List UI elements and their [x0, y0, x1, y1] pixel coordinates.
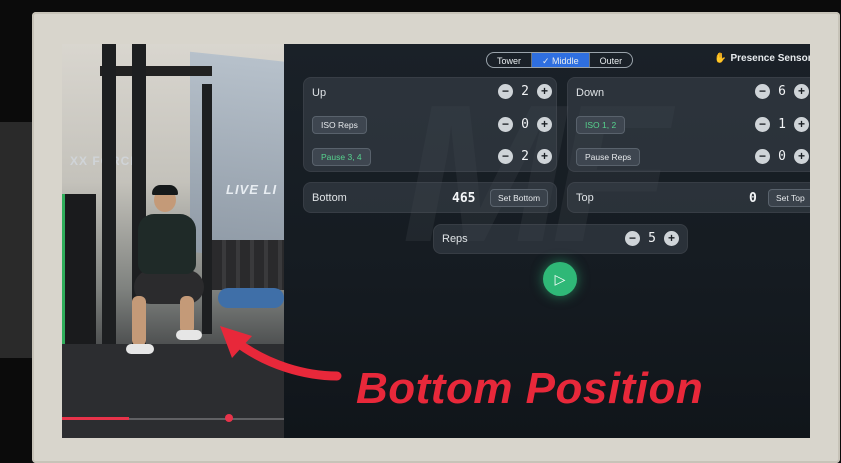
minus-button[interactable]: −: [498, 149, 513, 164]
plus-button[interactable]: +: [537, 149, 552, 164]
pause-reps-value: 0: [778, 149, 786, 164]
person-shoe: [176, 330, 202, 340]
video-scrubber-handle[interactable]: [224, 414, 233, 422]
annotation-caption: Bottom Position: [356, 364, 704, 413]
down-card: Down − 6 + ISO 1, 2 − 1 + Pause Reps − 0…: [567, 77, 810, 172]
iso-reps-stepper: − 0 +: [498, 117, 552, 132]
pause-value: 2: [521, 149, 529, 164]
plus-button[interactable]: +: [537, 84, 552, 99]
mode-option-tower[interactable]: Tower: [487, 53, 533, 67]
video-frame: XX FORCE LIVE LI MF Tow: [0, 0, 841, 463]
pause-reps-stepper: − 0 +: [755, 149, 809, 164]
iso-1-2-button[interactable]: ISO 1, 2: [576, 116, 626, 134]
top-card: Top 0 Set Top: [567, 182, 810, 213]
minus-button[interactable]: −: [755, 117, 770, 132]
presence-sensor-toggle[interactable]: ✋ Presence Sensor: [714, 53, 810, 64]
hand-icon: ✋: [714, 53, 727, 64]
plus-button[interactable]: +: [794, 117, 809, 132]
iso-reps-button[interactable]: ISO Reps: [312, 116, 367, 134]
mode-option-middle[interactable]: ✓ Middle: [532, 53, 590, 67]
down-stepper: − 6 +: [755, 84, 809, 99]
iso-value: 1: [778, 117, 786, 132]
down-title: Down: [576, 87, 605, 99]
rack-upright: [102, 44, 116, 374]
pause-stepper: − 2 +: [498, 149, 552, 164]
plus-button[interactable]: +: [794, 149, 809, 164]
plus-button[interactable]: +: [794, 84, 809, 99]
dumbbell-rack: [212, 240, 284, 290]
set-top-button[interactable]: Set Top: [768, 189, 810, 207]
minus-button[interactable]: −: [498, 84, 513, 99]
bottom-value: 465: [452, 191, 476, 206]
mode-selector[interactable]: Tower ✓ Middle Outer: [486, 52, 634, 68]
reps-value: 5: [648, 231, 656, 246]
minus-button[interactable]: −: [755, 84, 770, 99]
person-shoe: [126, 344, 154, 354]
play-icon: ▷: [554, 271, 566, 287]
minus-button[interactable]: −: [625, 231, 640, 246]
pause-3-4-button[interactable]: Pause 3, 4: [312, 148, 371, 166]
mode-option-outer[interactable]: Outer: [590, 53, 633, 67]
banner-text: LIVE LI: [226, 182, 278, 197]
iso-stepper: − 1 +: [755, 117, 809, 132]
person-torso: [138, 214, 196, 274]
up-card: Up − 2 + ISO Reps − 0 + Pause 3, 4 − 2 +: [303, 77, 557, 172]
annotation-arrow-icon: [220, 326, 342, 381]
up-value: 2: [521, 84, 529, 99]
bottom-title: Bottom: [312, 192, 347, 204]
person-shin: [180, 296, 194, 334]
plus-button[interactable]: +: [537, 117, 552, 132]
up-title: Up: [312, 87, 327, 99]
pause-reps-button[interactable]: Pause Reps: [576, 148, 641, 166]
rack-upright: [202, 84, 212, 334]
set-bottom-button[interactable]: Set Bottom: [490, 189, 549, 207]
person-cap: [152, 185, 178, 195]
top-value: 0: [749, 191, 757, 206]
minus-button[interactable]: −: [498, 117, 513, 132]
up-stepper: − 2 +: [498, 84, 552, 99]
balance-balls: [218, 288, 284, 308]
reps-title: Reps: [442, 233, 468, 245]
person-shin: [132, 296, 146, 346]
minus-button[interactable]: −: [755, 149, 770, 164]
down-value: 6: [778, 84, 786, 99]
bottom-card: Bottom 465 Set Bottom: [303, 182, 557, 213]
top-title: Top: [576, 192, 594, 204]
presence-sensor-label: Presence Sensor: [730, 53, 810, 64]
iso-reps-value: 0: [521, 117, 529, 132]
reps-stepper: − 5 +: [625, 231, 679, 246]
training-machine: [62, 194, 96, 364]
reps-card: Reps − 5 +: [433, 224, 688, 254]
rack-crossbar: [100, 66, 212, 76]
play-button[interactable]: ▷: [543, 262, 577, 296]
plus-button[interactable]: +: [664, 231, 679, 246]
video-progress-fill: [62, 417, 129, 420]
